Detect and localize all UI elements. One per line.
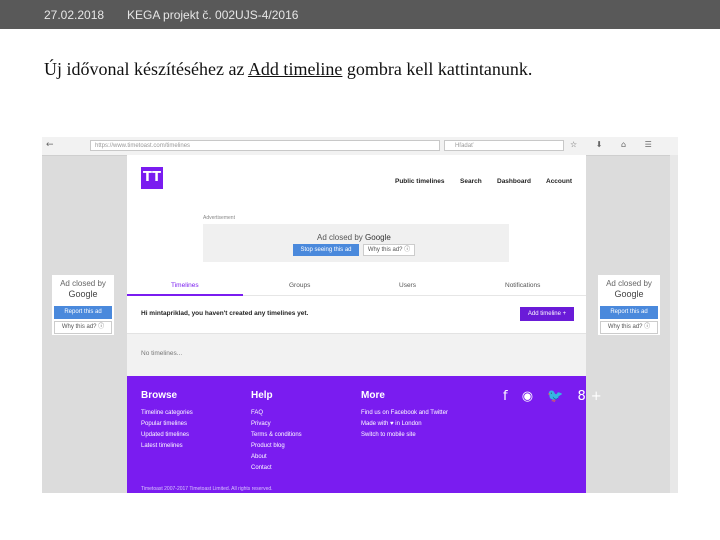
- empty-timelines-message: Hi mintapriklad, you haven't created any…: [141, 310, 309, 317]
- slide-header-bar: 27.02.2018 KEGA projekt č. 002UJS-4/2016: [0, 0, 720, 29]
- address-bar[interactable]: https://www.timetoast.com/timelines: [90, 140, 440, 151]
- side-ad-closed-text: Ad closed by Google: [60, 279, 106, 299]
- why-this-ad-button[interactable]: Why this ad? ⓘ: [54, 321, 112, 334]
- tab-timelines[interactable]: Timelines: [171, 282, 199, 289]
- back-arrow-icon[interactable]: ←: [46, 140, 54, 150]
- tab-users[interactable]: Users: [399, 282, 416, 289]
- browser-screenshot: ← https://www.timetoast.com/timelines Hľ…: [42, 137, 678, 493]
- footer-browse: Browse Timeline categories Popular timel…: [141, 390, 193, 452]
- add-timeline-button[interactable]: Add timeline +: [520, 307, 574, 321]
- footer-link[interactable]: Latest timelines: [141, 441, 193, 452]
- footer-link[interactable]: Privacy: [251, 419, 302, 430]
- stop-seeing-ad-button[interactable]: Stop seeing this ad: [293, 244, 359, 256]
- tab-notifications[interactable]: Notifications: [505, 282, 540, 289]
- browser-toolbar: ← https://www.timetoast.com/timelines Hľ…: [42, 137, 678, 156]
- why-this-ad-button[interactable]: Why this ad? ⓘ: [600, 321, 658, 334]
- footer-copyright: Timetoast 2007-2017 Timetoast Limited. A…: [141, 486, 273, 492]
- nav-dashboard[interactable]: Dashboard: [497, 178, 531, 185]
- toolbar-icons[interactable]: ☆ ⬇ ⌂ ☰: [570, 140, 660, 149]
- no-timelines-text: No timelines...: [141, 350, 183, 357]
- active-tab-underline: [127, 294, 243, 296]
- site-footer: Browse Timeline categories Popular timel…: [127, 376, 602, 493]
- heading-text-after: gombra kell kattintanunk.: [342, 59, 533, 79]
- footer-more-title: More: [361, 390, 385, 401]
- timetoast-logo[interactable]: TT: [141, 167, 163, 189]
- timetoast-page: TT Public timelines Search Dashboard Acc…: [127, 155, 602, 493]
- side-ad-closed-text: Ad closed by Google: [606, 279, 652, 299]
- report-ad-button[interactable]: Report this ad: [54, 306, 112, 319]
- top-ad-box: Ad closed by Google Stop seeing this ad …: [203, 224, 509, 262]
- heading-text-before: Új idővonal készítéséhez az: [44, 59, 248, 79]
- ad-closed-text: Ad closed by Google: [317, 233, 391, 242]
- right-side-ad: Ad closed by Google Report this ad Why th…: [598, 275, 660, 335]
- footer-browse-title: Browse: [141, 390, 178, 401]
- footer-link[interactable]: Updated timelines: [141, 430, 193, 441]
- footer-link[interactable]: Popular timelines: [141, 419, 193, 430]
- nav-account[interactable]: Account: [546, 178, 572, 185]
- why-this-ad-button[interactable]: Why this ad? ⓘ: [363, 244, 415, 256]
- tab-groups[interactable]: Groups: [289, 282, 310, 289]
- footer-help: Help FAQ Privacy Terms & conditions Prod…: [251, 390, 302, 474]
- footer-link[interactable]: Contact: [251, 463, 302, 474]
- heading-link-add-timeline: Add timeline: [247, 59, 343, 79]
- timelines-list-area: No timelines...: [127, 333, 586, 377]
- browser-search-input[interactable]: Hľadať: [444, 140, 564, 151]
- ad-label: Advertisement: [203, 215, 235, 221]
- footer-link[interactable]: Find us on Facebook and Twitter: [361, 408, 448, 419]
- slide-date: 27.02.2018: [44, 8, 105, 22]
- footer-link[interactable]: Switch to mobile site: [361, 430, 448, 441]
- footer-link[interactable]: Product blog: [251, 441, 302, 452]
- page-scrollbar[interactable]: [670, 155, 678, 493]
- social-icons[interactable]: f ◉ 🐦 8+: [503, 389, 607, 404]
- footer-more: More Find us on Facebook and Twitter Mad…: [361, 390, 448, 441]
- footer-link[interactable]: Made with ♥ in London: [361, 419, 448, 430]
- footer-link[interactable]: Terms & conditions: [251, 430, 302, 441]
- left-side-ad: Ad closed by Google Report this ad Why th…: [52, 275, 114, 335]
- nav-public-timelines[interactable]: Public timelines: [395, 178, 445, 185]
- footer-link[interactable]: About: [251, 452, 302, 463]
- dashboard-tabs: Timelines Groups Users Notifications: [127, 277, 586, 296]
- report-ad-button[interactable]: Report this ad: [600, 306, 658, 319]
- slide-heading: Új idővonal készítéséhez az Add timeline…: [44, 59, 532, 80]
- nav-search[interactable]: Search: [460, 178, 482, 185]
- footer-link[interactable]: FAQ: [251, 408, 302, 419]
- slide-project: KEGA projekt č. 002UJS-4/2016: [127, 8, 299, 22]
- footer-link[interactable]: Timeline categories: [141, 408, 193, 419]
- footer-help-title: Help: [251, 390, 273, 401]
